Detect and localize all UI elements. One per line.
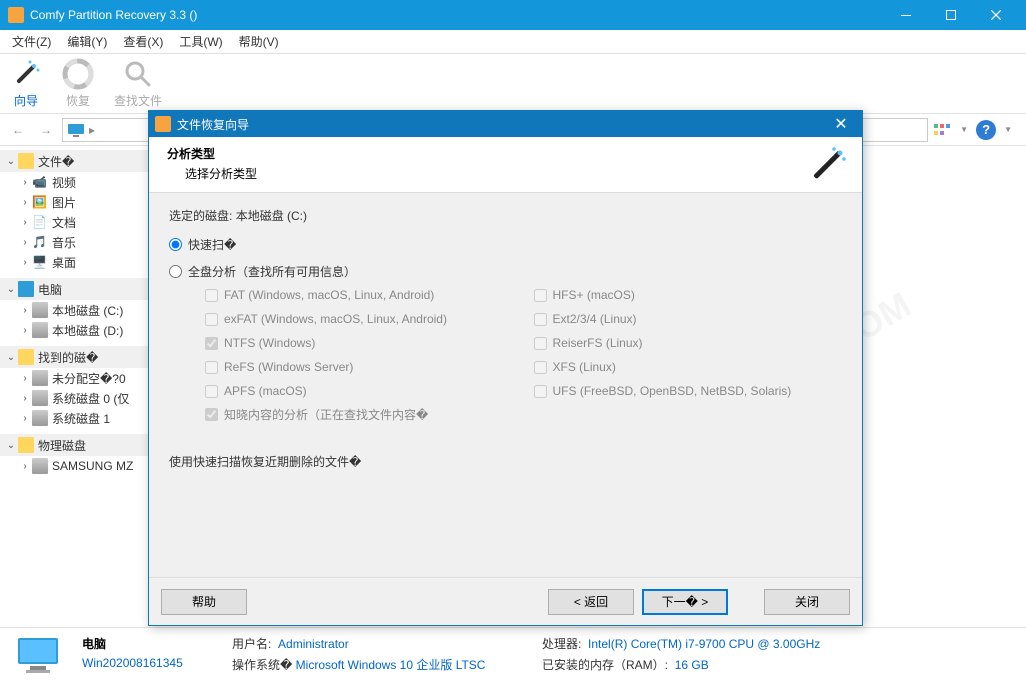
toolbar-find-label: 查找文件 bbox=[114, 92, 162, 109]
chk-apfs: APFS (macOS) bbox=[205, 384, 514, 398]
chk-refs: ReFS (Windows Server) bbox=[205, 360, 514, 374]
dialog-title: 文件恢复向导 bbox=[177, 116, 826, 133]
status-os: Microsoft Windows 10 企业版 LTSC bbox=[296, 658, 486, 672]
filesystem-grid: FAT (Windows, macOS, Linux, Android) HFS… bbox=[205, 288, 842, 398]
chk-xfs: XFS (Linux) bbox=[534, 360, 843, 374]
close-button[interactable]: 关闭 bbox=[764, 589, 850, 615]
tree-file-item[interactable]: ›📹视频 bbox=[0, 172, 150, 192]
maximize-button[interactable] bbox=[928, 0, 973, 30]
tree-file-item[interactable]: ›🎵音乐 bbox=[0, 232, 150, 252]
computer-icon bbox=[14, 634, 62, 674]
chk-fat: FAT (Windows, macOS, Linux, Android) bbox=[205, 288, 514, 302]
tree-file-item[interactable]: ›📄文档 bbox=[0, 212, 150, 232]
toolbar: 向导 恢复 查找文件 bbox=[0, 54, 1026, 114]
back-button[interactable]: < 返回 bbox=[548, 589, 634, 615]
tree-physical-item[interactable]: ›SAMSUNG MZ bbox=[0, 456, 150, 476]
toolbar-wizard-label: 向导 bbox=[14, 92, 38, 109]
status-bar: 电脑 用户名: Administrator 处理器: Intel(R) Core… bbox=[0, 627, 1026, 680]
view-mode-button[interactable] bbox=[932, 120, 952, 140]
window-title: Comfy Partition Recovery 3.3 () bbox=[30, 8, 883, 22]
minimize-button[interactable] bbox=[883, 0, 928, 30]
menu-edit[interactable]: 编辑(Y) bbox=[59, 31, 115, 52]
radio-fast-scan[interactable]: 快速扫� bbox=[169, 236, 842, 253]
window-titlebar: Comfy Partition Recovery 3.3 () bbox=[0, 0, 1026, 30]
status-cpu-label: 处理器: bbox=[542, 637, 581, 651]
chk-exfat: exFAT (Windows, macOS, Linux, Android) bbox=[205, 312, 514, 326]
nav-back[interactable]: ← bbox=[6, 118, 30, 142]
tree-panel: ⌄文件�›📹视频›🖼️图片›📄文档›🎵音乐›🖥️桌面⌄电脑›本地磁盘 (C:)›… bbox=[0, 146, 150, 627]
selected-disk-label: 选定的磁盘: bbox=[169, 209, 232, 223]
selected-disk-value: 本地磁盘 (C:) bbox=[236, 209, 307, 223]
dialog-hint: 使用快速扫描恢复近期删除的文件� bbox=[169, 453, 842, 470]
tree-found-item[interactable]: ›系统磁盘 1 bbox=[0, 408, 150, 428]
status-ram-label: 已安装的内存（RAM）: bbox=[542, 658, 668, 672]
tree-computer-header[interactable]: ⌄电脑 bbox=[0, 278, 150, 300]
dialog-heading: 分析类型 bbox=[167, 145, 844, 162]
monitor-icon bbox=[67, 123, 85, 137]
chevron-down-icon: ▼ bbox=[960, 125, 968, 134]
toolbar-find: 查找文件 bbox=[114, 58, 162, 109]
chk-ufs: UFS (FreeBSD, OpenBSD, NetBSD, Solaris) bbox=[534, 384, 843, 398]
close-button[interactable] bbox=[973, 0, 1018, 30]
lifebuoy-icon bbox=[62, 58, 94, 90]
status-ram: 16 GB bbox=[675, 658, 709, 672]
dialog-footer: 帮助 < 返回 下一� > 关闭 bbox=[149, 577, 862, 625]
app-icon bbox=[155, 116, 171, 132]
dialog-titlebar: 文件恢复向导 ✕ bbox=[149, 111, 862, 137]
tree-files-header[interactable]: ⌄文件� bbox=[0, 150, 150, 172]
tree-file-item[interactable]: ›🖼️图片 bbox=[0, 192, 150, 212]
chevron-down-icon: ▼ bbox=[1004, 125, 1012, 134]
radio-fast-scan-label: 快速扫� bbox=[188, 236, 236, 253]
chk-content-aware: 知晓内容的分析（正在查找文件内容� bbox=[205, 406, 842, 423]
wand-icon bbox=[10, 58, 42, 90]
help-button[interactable]: ? bbox=[976, 120, 996, 140]
dialog-header: 分析类型 选择分析类型 bbox=[149, 137, 862, 193]
radio-fast-scan-input[interactable] bbox=[169, 238, 182, 251]
next-button[interactable]: 下一� > bbox=[642, 589, 728, 615]
radio-full-scan[interactable]: 全盘分析（查找所有可用信息） bbox=[169, 263, 842, 280]
radio-full-scan-input[interactable] bbox=[169, 265, 182, 278]
status-hostname: Win202008161345 bbox=[82, 656, 222, 673]
help-button[interactable]: 帮助 bbox=[161, 589, 247, 615]
menu-bar: 文件(Z) 编辑(Y) 查看(X) 工具(W) 帮助(V) bbox=[0, 30, 1026, 54]
app-icon bbox=[8, 7, 24, 23]
tree-found-item[interactable]: ›系统磁盘 0 (仅 bbox=[0, 388, 150, 408]
dialog-subheading: 选择分析类型 bbox=[185, 165, 844, 182]
tree-file-item[interactable]: ›🖥️桌面 bbox=[0, 252, 150, 272]
wand-icon bbox=[806, 143, 850, 187]
tree-drive-item[interactable]: ›本地磁盘 (C:) bbox=[0, 300, 150, 320]
dialog-close-button[interactable]: ✕ bbox=[826, 111, 856, 137]
wizard-dialog: 文件恢复向导 ✕ 分析类型 选择分析类型 选定的磁盘: 本地磁盘 (C:) 快速… bbox=[148, 110, 863, 626]
tree-drive-item[interactable]: ›本地磁盘 (D:) bbox=[0, 320, 150, 340]
tree-physical-header[interactable]: ⌄物理磁盘 bbox=[0, 434, 150, 456]
chk-ext: Ext2/3/4 (Linux) bbox=[534, 312, 843, 326]
status-user: Administrator bbox=[278, 637, 349, 651]
menu-tools[interactable]: 工具(W) bbox=[171, 31, 230, 52]
status-user-label: 用户名: bbox=[232, 637, 271, 651]
toolbar-wizard[interactable]: 向导 bbox=[10, 58, 42, 109]
search-icon bbox=[122, 58, 154, 90]
toolbar-recover: 恢复 bbox=[62, 58, 94, 109]
menu-help[interactable]: 帮助(V) bbox=[231, 31, 287, 52]
nav-forward[interactable]: → bbox=[34, 118, 58, 142]
chk-hfs: HFS+ (macOS) bbox=[534, 288, 843, 302]
tree-found-header[interactable]: ⌄找到的磁� bbox=[0, 346, 150, 368]
chk-reiser: ReiserFS (Linux) bbox=[534, 336, 843, 350]
menu-file[interactable]: 文件(Z) bbox=[4, 31, 59, 52]
tree-found-item[interactable]: ›未分配空�?0 bbox=[0, 368, 150, 388]
menu-view[interactable]: 查看(X) bbox=[115, 31, 171, 52]
status-computer-label: 电脑 bbox=[82, 637, 106, 651]
radio-full-scan-label: 全盘分析（查找所有可用信息） bbox=[188, 263, 356, 280]
chk-ntfs: NTFS (Windows) bbox=[205, 336, 514, 350]
toolbar-recover-label: 恢复 bbox=[66, 92, 90, 109]
dialog-body: 选定的磁盘: 本地磁盘 (C:) 快速扫� 全盘分析（查找所有可用信息） FAT… bbox=[149, 193, 862, 577]
status-cpu: Intel(R) Core(TM) i7-9700 CPU @ 3.00GHz bbox=[588, 637, 820, 651]
status-os-label: 操作系统� bbox=[232, 658, 292, 672]
